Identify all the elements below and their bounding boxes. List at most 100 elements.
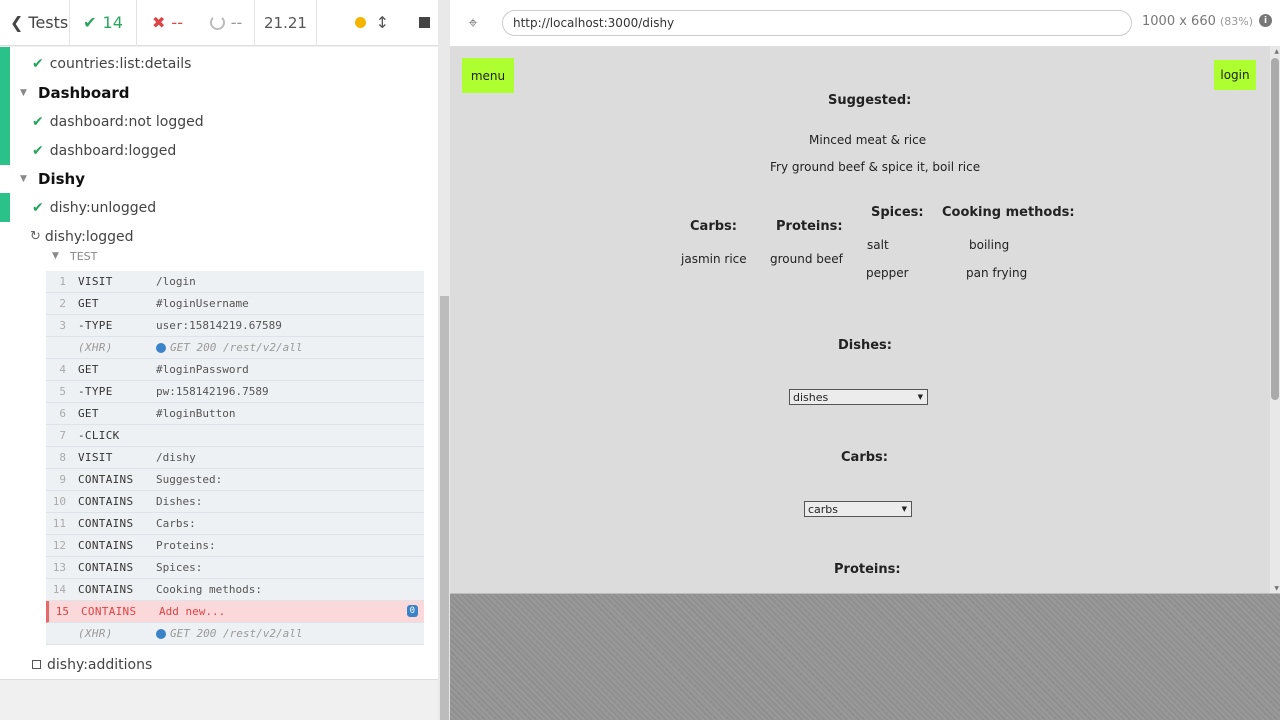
url-bar[interactable]: http://localhost:3000/dishy [502, 10, 1132, 36]
command-message: #loginButton [156, 407, 236, 420]
command-name: VISIT [78, 275, 113, 288]
suite-dishy[interactable]: ▼ Dishy [20, 164, 85, 193]
command-name: CONTAINS [78, 539, 134, 552]
aut-iframe: menu login Suggested: Minced meat & rice… [450, 46, 1280, 594]
aut-scrollbar[interactable]: ▲ ▼ [1270, 46, 1280, 593]
command-row[interactable]: 11 CONTAINS Carbs: [46, 513, 424, 535]
carbs-heading: Carbs: [841, 450, 888, 465]
check-icon: ✔ [32, 55, 44, 72]
carbs-select[interactable]: carbs ▼ [804, 501, 912, 517]
command-number: 13 [52, 561, 66, 574]
carbs-item: jasmin rice [681, 252, 747, 266]
command-name: GET [78, 297, 99, 310]
passed-count[interactable]: ✔ 14 [70, 0, 137, 46]
info-icon[interactable]: i [1259, 14, 1272, 27]
command-name: CONTAINS [78, 495, 134, 508]
suggested-heading: Suggested: [828, 93, 912, 108]
command-number: 5 [59, 385, 66, 398]
command-row[interactable]: 6 GET #loginButton [46, 403, 424, 425]
command-name: GET [78, 363, 99, 376]
proteins-heading: Proteins: [834, 562, 901, 577]
command-message: GET 200 /rest/v2/all [156, 627, 424, 640]
scroll-down-icon[interactable]: ▼ [1274, 585, 1279, 592]
command-row[interactable]: 2 GET #loginUsername [46, 293, 424, 315]
dishes-select-value: dishes [793, 390, 829, 404]
caret-down-icon: ▼ [20, 173, 27, 184]
auto-scroll-icon[interactable]: ↕ [376, 13, 389, 32]
command-row[interactable]: 9 CONTAINS Suggested: [46, 469, 424, 491]
x-icon: ✖ [152, 13, 166, 32]
command-number: 1 [59, 275, 66, 288]
xhr-log-row[interactable]: (XHR) GET 200 /rest/v2/all [46, 337, 424, 359]
test-countries-list-details[interactable]: ✔ countries:list:details [32, 49, 191, 78]
test-list: ✔ countries:list:details ▼ Dashboard ✔ d… [0, 47, 440, 680]
command-row[interactable]: 15 CONTAINS Add new... 0 [46, 601, 424, 623]
test-dashboard-not-logged[interactable]: ✔ dashboard:not logged [32, 107, 204, 136]
viewport-scale: (83%) [1220, 15, 1254, 28]
command-message: user:15814219.67589 [156, 319, 282, 332]
command-row[interactable]: 5 -TYPE pw:158142196.7589 [46, 381, 424, 403]
command-message: Suggested: [156, 473, 223, 486]
pass-bar [0, 76, 10, 165]
command-row[interactable]: 3 -TYPE user:15814219.67589 [46, 315, 424, 337]
command-number: 11 [52, 517, 66, 530]
command-number: 9 [59, 473, 66, 486]
spice-item-1: salt [867, 238, 889, 252]
command-message: pw:158142196.7589 [156, 385, 269, 398]
tests-button[interactable]: ❮ Tests [0, 0, 70, 46]
selector-playground-icon[interactable]: ⌖ [450, 0, 496, 46]
command-number: 2 [59, 297, 66, 310]
dropdown-arrow-icon: ▼ [901, 505, 907, 513]
command-message: Cooking methods: [156, 583, 262, 596]
aut-scrollbar-thumb[interactable] [1271, 58, 1279, 400]
pending-icon [209, 15, 225, 30]
command-row[interactable]: 1 VISIT/login [46, 271, 424, 293]
suggested-dish-name: Minced meat & rice [809, 133, 927, 147]
reporter-header: ❮ Tests ✔ 14 ✖ -- -- 21.21 ↕ [0, 0, 440, 46]
test-dishy-unlogged[interactable]: ✔ dishy:unlogged [32, 193, 156, 222]
command-message: /dishy [156, 451, 196, 464]
method-item-2: pan frying [966, 266, 1028, 280]
command-row[interactable]: 14 CONTAINS Cooking methods: [46, 579, 424, 601]
command-row[interactable]: 7 -CLICK [46, 425, 424, 447]
command-message: Add new... [159, 605, 226, 618]
cypress-runner: ❮ Tests ✔ 14 ✖ -- -- 21.21 ↕ ✔ countries… [0, 0, 1280, 720]
suite-dashboard[interactable]: ▼ Dashboard [20, 78, 129, 107]
command-message: /login [156, 275, 196, 288]
pending-count[interactable]: -- [198, 0, 255, 46]
command-row[interactable]: 10 CONTAINS Dishes: [46, 491, 424, 513]
stop-icon[interactable] [419, 17, 430, 28]
command-number: 3 [59, 319, 66, 332]
command-row[interactable]: 8 VISIT/dishy [46, 447, 424, 469]
command-number: 12 [52, 539, 66, 552]
reporter-footer [0, 681, 440, 720]
command-message: Dishes: [156, 495, 203, 508]
command-row[interactable]: 12 CONTAINS Proteins: [46, 535, 424, 557]
spice-item-2: pepper [866, 266, 909, 280]
spices-column-heading: Spices: [871, 205, 924, 220]
command-number: 6 [59, 407, 66, 420]
viewport-dimensions: 1000 x 660 [1142, 14, 1216, 29]
failed-count[interactable]: ✖ -- [137, 0, 198, 46]
test-dishy-additions[interactable]: dishy:additions [32, 650, 152, 679]
suite-title: Dashboard [38, 83, 130, 102]
duration: 21.21 [255, 0, 317, 46]
menu-button[interactable]: menu [462, 58, 514, 93]
command-row[interactable]: 4 GET #loginPassword [46, 359, 424, 381]
reporter-scrollbar[interactable] [440, 296, 449, 720]
command-name: (XHR) [78, 341, 113, 354]
refresh-icon: ↻ [30, 229, 41, 244]
xhr-log-row[interactable]: (XHR) GET 200 /rest/v2/all [46, 623, 424, 645]
command-row[interactable]: 13 CONTAINS Spices: [46, 557, 424, 579]
dishes-heading: Dishes: [838, 338, 892, 353]
dishes-select[interactable]: dishes ▼ [789, 389, 928, 405]
test-section-header[interactable]: ▼ TEST [52, 246, 97, 266]
login-button[interactable]: login [1214, 60, 1256, 90]
test-dashboard-logged[interactable]: ✔ dashboard:logged [32, 136, 176, 165]
checkbox-icon [32, 660, 41, 669]
passed-value: 14 [102, 13, 123, 32]
scroll-up-icon[interactable]: ▲ [1274, 48, 1279, 55]
suggested-dish-description: Fry ground beef & spice it, boil rice [770, 160, 981, 174]
xhr-status-icon [156, 629, 166, 639]
proteins-item: ground beef [770, 252, 843, 266]
